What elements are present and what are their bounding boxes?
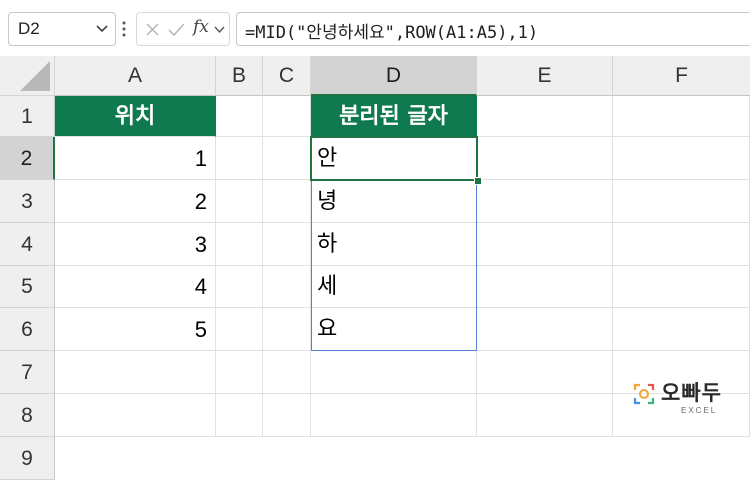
row-header-1[interactable]: 1	[0, 96, 55, 137]
cell-b7[interactable]	[216, 351, 263, 394]
column-header-d[interactable]: D	[311, 56, 477, 96]
row-header-4[interactable]: 4	[0, 223, 55, 266]
cell-d5[interactable]: 세	[311, 266, 477, 308]
cell-d8[interactable]	[311, 394, 477, 437]
column-header-f[interactable]: F	[613, 56, 750, 96]
cell-e4[interactable]	[477, 223, 613, 266]
formula-text: =MID("안녕하세요",ROW(A1:A5),1)	[245, 23, 539, 43]
cell-a7[interactable]	[55, 351, 216, 394]
cell-b2[interactable]	[216, 137, 263, 180]
row-header-5[interactable]: 5	[0, 266, 55, 308]
insert-function-icon[interactable]: fx	[193, 17, 209, 37]
cell-a3[interactable]: 2	[55, 180, 216, 223]
cell-e5[interactable]	[477, 266, 613, 308]
cell-e2[interactable]	[477, 137, 613, 180]
cell-c2[interactable]	[263, 137, 311, 180]
cell-c3[interactable]	[263, 180, 311, 223]
cell-c1[interactable]	[263, 96, 311, 137]
cell-a2[interactable]: 1	[55, 137, 216, 180]
chevron-down-icon[interactable]	[95, 21, 109, 35]
cell-c6[interactable]	[263, 308, 311, 351]
cell-d1-header[interactable]: 분리된 글자	[311, 96, 477, 137]
cell-e1[interactable]	[477, 96, 613, 137]
select-all-button[interactable]	[0, 56, 55, 96]
cell-e7[interactable]	[477, 351, 613, 394]
brand-logo: 오빠두 EXCEL	[632, 379, 742, 419]
logo-name: 오빠두	[661, 381, 722, 405]
cell-f3[interactable]	[613, 180, 750, 223]
cell-c4[interactable]	[263, 223, 311, 266]
column-header-e[interactable]: E	[477, 56, 613, 96]
cell-f2[interactable]	[613, 137, 750, 180]
cancel-icon[interactable]	[145, 22, 160, 37]
cell-b5[interactable]	[216, 266, 263, 308]
name-box[interactable]: D2	[8, 12, 116, 46]
cell-e3[interactable]	[477, 180, 613, 223]
enter-check-icon[interactable]	[168, 22, 185, 37]
row-header-6[interactable]: 6	[0, 308, 55, 351]
row-header-9[interactable]: 9	[0, 437, 55, 480]
row-header-7[interactable]: 7	[0, 351, 55, 394]
cell-c5[interactable]	[263, 266, 311, 308]
formula-input[interactable]: =MID("안녕하세요",ROW(A1:A5),1)	[236, 12, 750, 46]
logo-icon	[633, 383, 655, 405]
cell-a6[interactable]: 5	[55, 308, 216, 351]
cell-b1[interactable]	[216, 96, 263, 137]
row-header-2[interactable]: 2	[0, 137, 55, 180]
row-header-3[interactable]: 3	[0, 180, 55, 223]
cell-d6[interactable]: 요	[311, 308, 477, 351]
logo-subtitle: EXCEL	[681, 406, 718, 415]
cell-d3[interactable]: 녕	[311, 180, 477, 223]
cell-c8[interactable]	[263, 394, 311, 437]
cell-f6[interactable]	[613, 308, 750, 351]
cell-d2[interactable]: 안	[311, 137, 477, 180]
cell-f5[interactable]	[613, 266, 750, 308]
fill-handle[interactable]	[474, 177, 482, 185]
cell-a1-header[interactable]: 위치	[55, 96, 216, 137]
cell-a5[interactable]: 4	[55, 266, 216, 308]
cell-b8[interactable]	[216, 394, 263, 437]
more-options-icon[interactable]	[122, 18, 126, 40]
formula-actions: fx	[136, 12, 230, 46]
cell-b6[interactable]	[216, 308, 263, 351]
cell-c7[interactable]	[263, 351, 311, 394]
cell-d4[interactable]: 하	[311, 223, 477, 266]
cell-d7[interactable]	[311, 351, 477, 394]
chevron-down-icon[interactable]	[214, 24, 225, 35]
cell-b4[interactable]	[216, 223, 263, 266]
cell-f1[interactable]	[613, 96, 750, 137]
cell-a8[interactable]	[55, 394, 216, 437]
row-header-8[interactable]: 8	[0, 394, 55, 437]
cell-a4[interactable]: 3	[55, 223, 216, 266]
column-header-b[interactable]: B	[216, 56, 263, 96]
column-header-c[interactable]: C	[263, 56, 311, 96]
cell-e6[interactable]	[477, 308, 613, 351]
cell-b3[interactable]	[216, 180, 263, 223]
cell-e8[interactable]	[477, 394, 613, 437]
name-box-value: D2	[18, 19, 40, 38]
formula-bar: D2 fx =MID("안녕하세요",ROW(A1:A5),1)	[0, 0, 750, 57]
column-header-a[interactable]: A	[55, 56, 216, 96]
cell-f4[interactable]	[613, 223, 750, 266]
